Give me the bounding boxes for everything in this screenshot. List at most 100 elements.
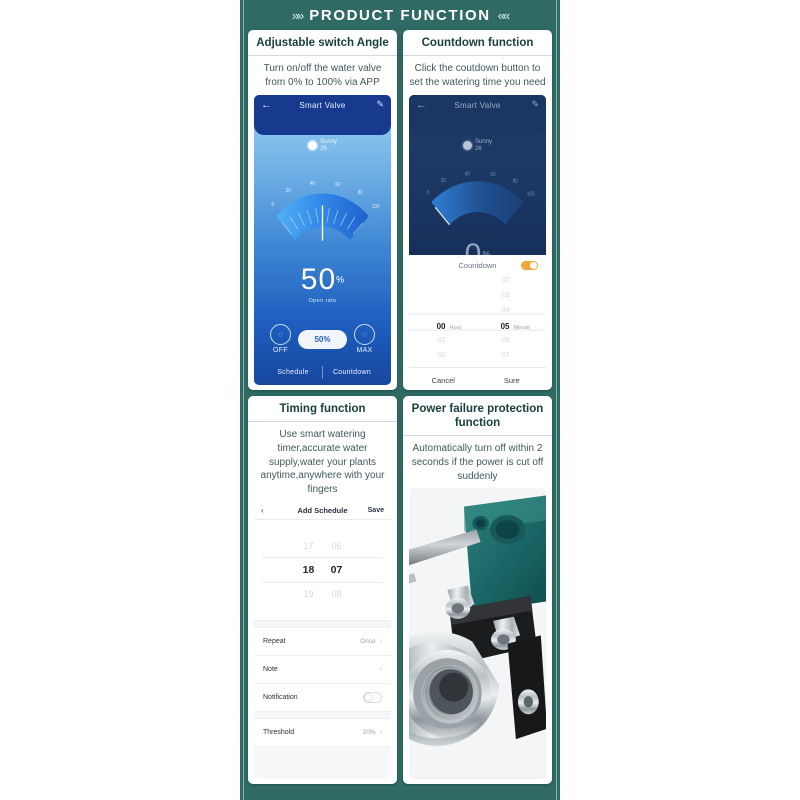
dimmed-background-screen: ← Smart Valve ✎ Sunny 26 0 20 40 60 80 1… <box>409 94 546 255</box>
app-nav-bar: ← Smart Valve ✎ <box>409 94 546 135</box>
percent-symbol: % <box>336 275 345 286</box>
hour-option[interactable]: 02 <box>416 352 446 359</box>
list-item-note[interactable]: Note › <box>254 656 391 684</box>
list-item-repeat[interactable]: Repeat Once › <box>254 628 391 656</box>
weather-text: Sunny 26 <box>475 139 492 153</box>
open-rate-caption: Open rate <box>308 298 337 305</box>
poster-frame: »» PRODUCT FUNCTION «« Adjustable switch… <box>240 0 560 800</box>
minute-selected-value: 07 <box>330 564 343 576</box>
chevron-right-icon: › <box>379 729 382 736</box>
countdown-toggle[interactable] <box>521 260 538 271</box>
control-row: ◌ OFF 50% ◌ MAX <box>264 324 381 360</box>
max-dial-icon: ◌ <box>353 324 375 345</box>
weather-text: Sunny 26 <box>320 139 337 153</box>
sun-icon <box>307 141 317 150</box>
minute-option[interactable]: 06 <box>327 541 347 551</box>
panel-countdown-function: Countdown function Click the coutdown bu… <box>403 30 552 390</box>
countdown-modal: Countdown 02 03 04 00 Hour 05 Minute 01 … <box>409 254 547 390</box>
minute-option[interactable]: 06 <box>480 337 510 344</box>
picker-row[interactable]: 02 07 <box>409 352 546 367</box>
svg-text:0: 0 <box>272 202 275 208</box>
tab-countdown[interactable]: Countdown <box>323 369 381 376</box>
svg-text:60: 60 <box>490 172 495 178</box>
phone-mockup-wrapper: ‹ Add Schedule Save 17 06 18 07 19 08 Re… <box>248 502 397 784</box>
minute-option[interactable]: 08 <box>327 589 347 599</box>
time-picker-wheel[interactable]: 02 03 04 00 Hour 05 Minute 01 06 02 07 <box>409 276 546 367</box>
panel-title: Adjustable switch Angle <box>248 30 397 57</box>
picker-row[interactable]: 19 08 <box>299 582 347 606</box>
save-button[interactable]: Save <box>368 507 384 514</box>
poster-stage: »» PRODUCT FUNCTION «« Adjustable switch… <box>0 0 800 800</box>
svg-text:20: 20 <box>441 178 446 184</box>
panel-description: Turn on/off the water valve from 0% to 1… <box>263 63 382 88</box>
svg-text:80: 80 <box>358 190 363 196</box>
svg-text:40: 40 <box>465 172 470 178</box>
tab-schedule[interactable]: Schedule <box>264 369 322 376</box>
hour-option[interactable]: 17 <box>299 541 319 551</box>
sun-icon <box>462 141 472 150</box>
chevron-right-icon: › <box>379 666 382 673</box>
poster-header: »» PRODUCT FUNCTION «« <box>240 0 560 30</box>
notification-toggle[interactable] <box>363 691 382 704</box>
minute-option[interactable]: 07 <box>480 352 510 359</box>
row-label: Notification <box>263 694 298 701</box>
list-gap <box>254 621 391 628</box>
panel-description: Click the coutdown button to set the wat… <box>409 63 546 88</box>
hour-option[interactable]: 19 <box>299 589 319 599</box>
picker-row-selected[interactable]: 00 Hour 05 Minute <box>409 322 546 337</box>
picker-row[interactable]: 17 06 <box>299 534 347 558</box>
picker-row[interactable]: 01 06 <box>409 337 546 352</box>
minute-option[interactable]: 03 <box>480 292 510 299</box>
hour-option[interactable]: 01 <box>416 337 446 344</box>
svg-text:0: 0 <box>427 190 430 196</box>
svg-text:80: 80 <box>513 179 518 185</box>
edit-pencil-icon[interactable]: ✎ <box>531 99 539 110</box>
back-chevron-icon[interactable]: ‹ <box>261 506 264 515</box>
row-value: 20% <box>362 729 376 736</box>
list-filler <box>254 747 391 779</box>
max-button[interactable]: ◌ MAX <box>353 324 375 354</box>
row-label: Threshold <box>263 729 295 736</box>
off-button[interactable]: ◌ OFF <box>270 324 291 354</box>
product-photo-wrapper <box>403 488 552 784</box>
page-title: PRODUCT FUNCTION <box>309 6 491 24</box>
edit-pencil-icon[interactable]: ✎ <box>376 99 384 110</box>
row-value: Once <box>360 638 376 645</box>
picker-row-selected[interactable]: 18 07 <box>299 558 347 582</box>
phone-mockup-wrapper: ← Smart Valve ✎ Sunny 26 0 20 40 60 80 1… <box>248 94 397 390</box>
max-label: MAX <box>356 347 373 354</box>
panel-power-failure-protection: Power failure protection function Automa… <box>403 396 552 784</box>
chevron-right-triple-icon: »» <box>291 7 305 23</box>
chevron-right-icon: › <box>379 638 382 645</box>
picker-row[interactable]: 04 <box>409 307 546 322</box>
panel-description: Automatically turn off within 2 seconds … <box>411 443 544 482</box>
weather-temp: 26 <box>319 145 327 152</box>
list-item-notification[interactable]: Notification <box>254 684 391 712</box>
control-panel: ◌ OFF 50% ◌ MAX Schedule Countdown <box>254 324 391 385</box>
app-nav-title: Smart Valve <box>454 100 501 110</box>
picker-row[interactable]: 03 <box>409 292 546 307</box>
svg-text:60: 60 <box>335 182 340 188</box>
cancel-button[interactable]: Cancel <box>409 376 478 385</box>
row-label: Repeat <box>263 638 286 645</box>
minute-option[interactable]: 02 <box>480 277 510 284</box>
schedule-time-picker[interactable]: 17 06 18 07 19 08 <box>254 520 391 621</box>
app-nav-title: Smart Valve <box>299 100 346 110</box>
modal-title: Countdown <box>458 261 497 271</box>
hour-selected-value: 00 <box>436 321 446 331</box>
modal-footer: Cancel Sure <box>409 366 547 390</box>
hour-unit-label: Hour <box>449 324 462 331</box>
chevron-left-triple-icon: «« <box>497 7 511 23</box>
sure-button[interactable]: Sure <box>478 376 547 385</box>
open-rate-gauge: 0 20 40 60 80 100 <box>409 154 546 242</box>
picker-row[interactable]: 02 <box>409 277 546 292</box>
list-item-threshold[interactable]: Threshold 20% › <box>254 719 391 747</box>
open-rate-gauge[interactable]: 0 20 40 60 80 100 <box>254 154 391 269</box>
panel-title: Countdown function <box>403 30 552 57</box>
row-label: Note <box>263 666 278 673</box>
weather-label: Sunny <box>474 138 492 145</box>
off-label: OFF <box>273 347 288 354</box>
panel-description: Use smart watering timer,accurate water … <box>260 429 385 496</box>
minute-option[interactable]: 04 <box>480 307 510 314</box>
current-value-pill[interactable]: 50% <box>298 329 347 349</box>
